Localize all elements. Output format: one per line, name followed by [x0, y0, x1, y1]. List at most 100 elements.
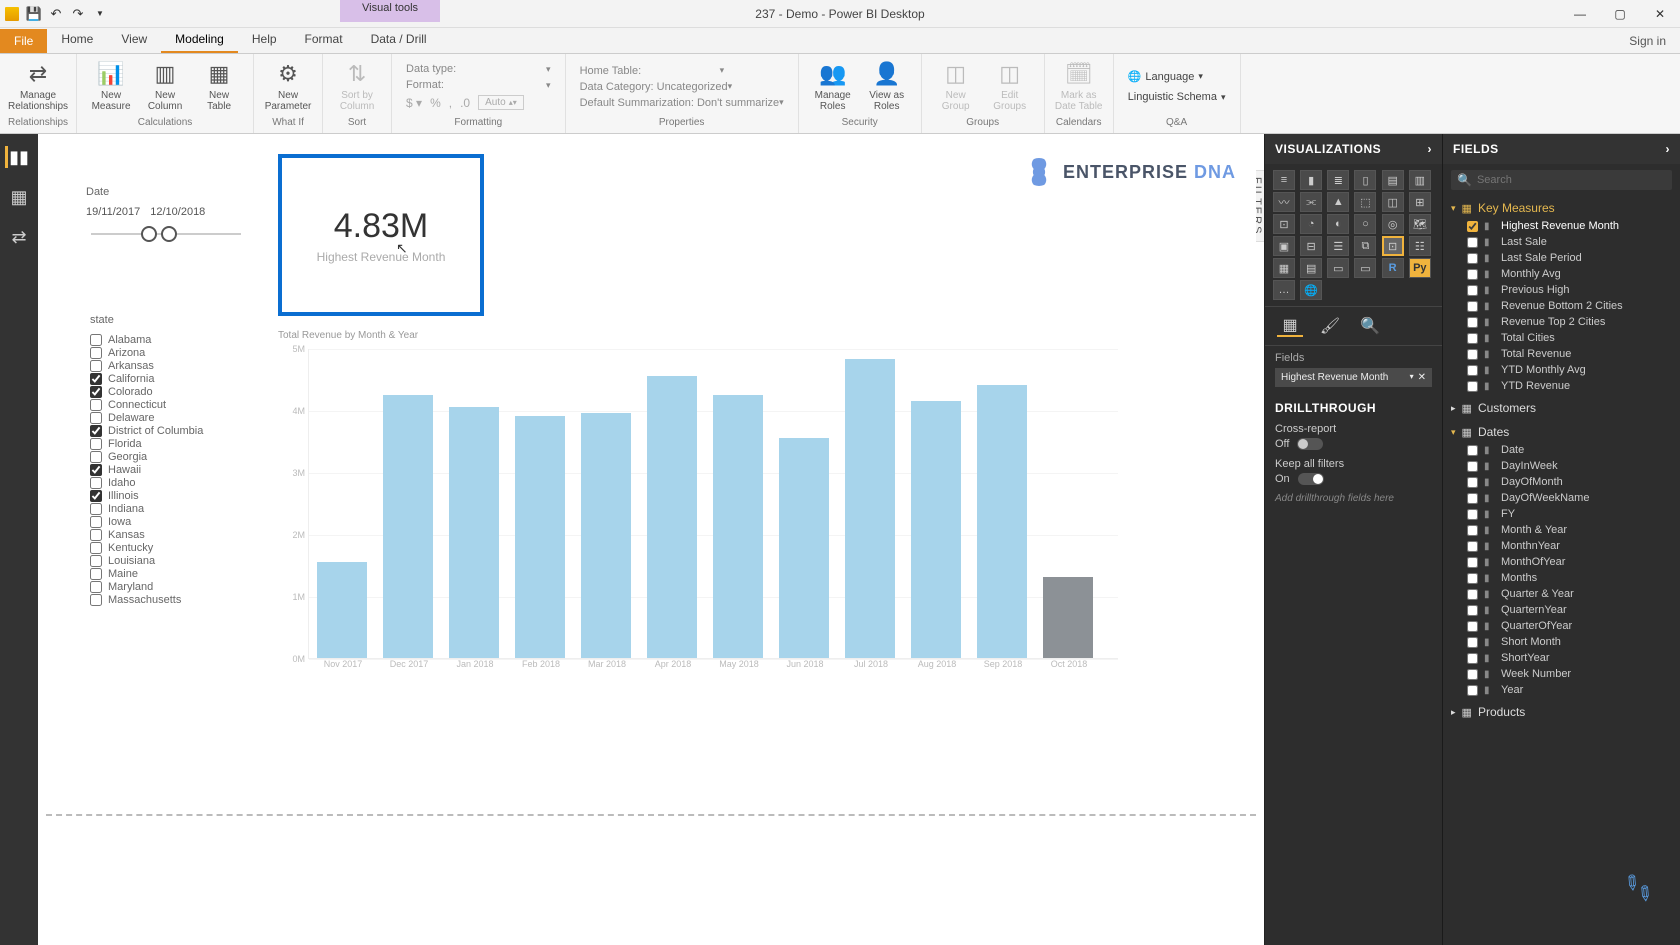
- range-handle-left[interactable]: [141, 226, 157, 242]
- field-checkbox[interactable]: [1467, 269, 1478, 280]
- sort-by-column-button[interactable]: ⇅Sort byColumn: [331, 56, 383, 112]
- percent-icon[interactable]: %: [430, 96, 441, 110]
- field-row[interactable]: ▮Month & Year: [1449, 522, 1674, 538]
- state-item[interactable]: Maryland: [90, 581, 250, 593]
- visualizations-header[interactable]: VISUALIZATIONS›: [1265, 134, 1442, 164]
- viz-type-icon[interactable]: ▦: [1273, 258, 1295, 278]
- fields-header[interactable]: FIELDS›: [1443, 134, 1680, 164]
- table-header[interactable]: ▾▦Key Measures: [1449, 198, 1674, 218]
- report-canvas[interactable]: ENTERPRISE DNA Date 19/11/2017 12/10/201…: [46, 140, 1256, 800]
- viz-type-icon[interactable]: ⧉: [1354, 236, 1376, 256]
- menu-tab-format[interactable]: Format: [291, 27, 357, 53]
- state-checkbox[interactable]: [90, 438, 102, 450]
- field-checkbox[interactable]: [1467, 525, 1478, 536]
- viz-type-icon[interactable]: ⊞: [1409, 192, 1431, 212]
- state-item[interactable]: Colorado: [90, 386, 250, 398]
- field-checkbox[interactable]: [1467, 445, 1478, 456]
- chart-bar[interactable]: [647, 376, 697, 658]
- qat-dropdown-icon[interactable]: ▼: [92, 5, 108, 23]
- state-item[interactable]: Florida: [90, 438, 250, 450]
- field-checkbox[interactable]: [1467, 317, 1478, 328]
- auto-decimals-box[interactable]: Auto▴▾: [478, 95, 524, 110]
- chart-bar[interactable]: [845, 359, 895, 658]
- comma-icon[interactable]: ,: [449, 96, 452, 110]
- field-checkbox[interactable]: [1467, 589, 1478, 600]
- viz-type-icon[interactable]: ⫘: [1300, 192, 1322, 212]
- field-checkbox[interactable]: [1467, 477, 1478, 488]
- fields-tab-icon[interactable]: ▦: [1277, 315, 1303, 337]
- field-checkbox[interactable]: [1467, 669, 1478, 680]
- currency-icon[interactable]: $ ▾: [406, 96, 422, 110]
- field-checkbox[interactable]: [1467, 541, 1478, 552]
- viz-type-icon[interactable]: 〰: [1273, 192, 1295, 212]
- field-row[interactable]: ▮FY: [1449, 506, 1674, 522]
- field-row[interactable]: ▮Week Number: [1449, 666, 1674, 682]
- drillthrough-placeholder[interactable]: Add drillthrough fields here: [1275, 493, 1432, 504]
- state-item[interactable]: California: [90, 373, 250, 385]
- manage-roles-button[interactable]: 👥ManageRoles: [807, 56, 859, 112]
- state-checkbox[interactable]: [90, 477, 102, 489]
- viz-type-icon[interactable]: ▭: [1327, 258, 1349, 278]
- field-checkbox[interactable]: [1467, 349, 1478, 360]
- date-to[interactable]: 12/10/2018: [150, 206, 205, 218]
- chart-bar[interactable]: [515, 416, 565, 658]
- state-checkbox[interactable]: [90, 581, 102, 593]
- state-item[interactable]: Alabama: [90, 334, 250, 346]
- field-row[interactable]: ▮DayInWeek: [1449, 458, 1674, 474]
- viz-type-icon[interactable]: ▣: [1273, 236, 1295, 256]
- field-row[interactable]: ▮QuarternYear: [1449, 602, 1674, 618]
- field-row[interactable]: ▮Year: [1449, 682, 1674, 698]
- chart-bar[interactable]: [317, 562, 367, 658]
- table-header[interactable]: ▸▦Products: [1449, 702, 1674, 722]
- menu-tab-home[interactable]: Home: [47, 27, 107, 53]
- date-slicer[interactable]: Date 19/11/2017 12/10/2018: [86, 186, 246, 244]
- state-checkbox[interactable]: [90, 594, 102, 606]
- chart-bar[interactable]: [911, 401, 961, 658]
- linguistic-schema-dropdown[interactable]: Linguistic Schema▾: [1128, 89, 1226, 105]
- state-checkbox[interactable]: [90, 399, 102, 411]
- format-tab-icon[interactable]: 🖌: [1317, 315, 1343, 337]
- field-row[interactable]: ▮Previous High: [1449, 282, 1674, 298]
- state-checkbox[interactable]: [90, 425, 102, 437]
- field-checkbox[interactable]: [1467, 381, 1478, 392]
- viz-type-icon[interactable]: …: [1273, 280, 1295, 300]
- viz-type-icon[interactable]: ◎: [1382, 214, 1404, 234]
- view-as-roles-button[interactable]: 👤View asRoles: [861, 56, 913, 112]
- field-row[interactable]: ▮YTD Revenue: [1449, 378, 1674, 394]
- cross-report-toggle[interactable]: [1297, 438, 1323, 450]
- language-dropdown[interactable]: 🌐Language▾: [1128, 68, 1226, 85]
- viz-type-icon[interactable]: ≣: [1327, 170, 1349, 190]
- new-measure-button[interactable]: 📊NewMeasure: [85, 56, 137, 112]
- viz-type-icon[interactable]: R: [1382, 258, 1404, 278]
- state-checkbox[interactable]: [90, 516, 102, 528]
- viz-type-icon[interactable]: ◐: [1327, 214, 1349, 234]
- field-row[interactable]: ▮Total Revenue: [1449, 346, 1674, 362]
- new-parameter-button[interactable]: ⚙NewParameter: [262, 56, 314, 112]
- state-item[interactable]: Hawaii: [90, 464, 250, 476]
- field-checkbox[interactable]: [1467, 605, 1478, 616]
- field-checkbox[interactable]: [1467, 301, 1478, 312]
- close-button[interactable]: ✕: [1640, 0, 1680, 28]
- field-checkbox[interactable]: [1467, 285, 1478, 296]
- field-row[interactable]: ▮Total Cities: [1449, 330, 1674, 346]
- viz-type-icon[interactable]: ⊟: [1300, 236, 1322, 256]
- new-column-button[interactable]: ▥NewColumn: [139, 56, 191, 112]
- chart-bar[interactable]: [449, 407, 499, 658]
- state-item[interactable]: Kansas: [90, 529, 250, 541]
- field-row[interactable]: ▮Revenue Top 2 Cities: [1449, 314, 1674, 330]
- field-row[interactable]: ▮DayOfMonth: [1449, 474, 1674, 490]
- chart-bar[interactable]: [1043, 577, 1093, 658]
- data-view-icon[interactable]: ▦: [8, 186, 30, 208]
- state-checkbox[interactable]: [90, 451, 102, 463]
- field-checkbox[interactable]: [1467, 333, 1478, 344]
- field-row[interactable]: ▮Date: [1449, 442, 1674, 458]
- field-checkbox[interactable]: [1467, 621, 1478, 632]
- file-tab[interactable]: File: [0, 29, 47, 53]
- state-item[interactable]: Arizona: [90, 347, 250, 359]
- state-checkbox[interactable]: [90, 529, 102, 541]
- state-item[interactable]: Iowa: [90, 516, 250, 528]
- viz-type-icon[interactable]: ☰: [1327, 236, 1349, 256]
- viz-type-icon[interactable]: ◔: [1300, 214, 1322, 234]
- chevron-right-icon[interactable]: ›: [1428, 142, 1433, 156]
- datacategory-value[interactable]: Uncategorized: [657, 81, 728, 93]
